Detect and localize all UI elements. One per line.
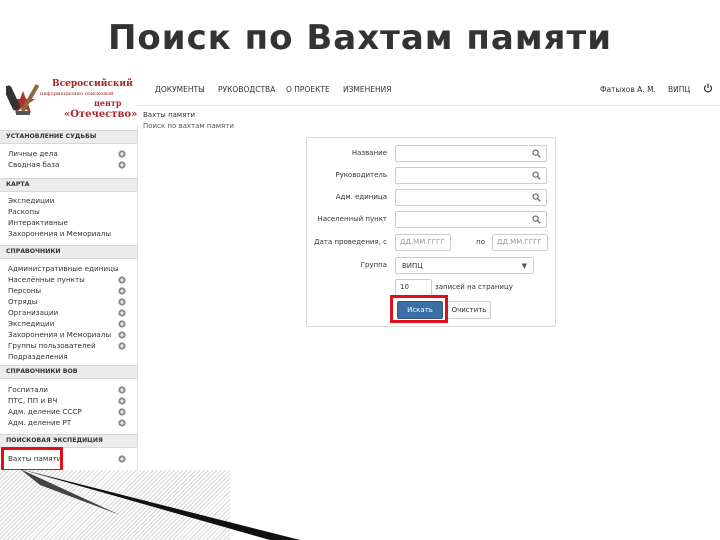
nav-manuals[interactable]: РУКОВОДСТВА [218,85,275,94]
chevron-down-icon: ▼ [521,262,527,270]
nav-changes[interactable]: ИЗМЕНЕНИЯ [343,85,391,94]
field-label-admin-unit: Адм. единица [335,193,387,201]
sidebar-item-hospitals[interactable]: Госпитали [8,385,48,394]
sidebar-item-personal-files[interactable]: Личные дела [8,149,58,158]
sidebar-item-rt-division[interactable]: Адм. деление РТ [8,418,71,427]
sidebar-item-divisions[interactable]: Подразделения [8,352,68,361]
nav-documents[interactable]: ДОКУМЕНТЫ [155,85,205,94]
settlement-input[interactable] [395,211,547,228]
plus-circle-icon[interactable] [118,309,126,317]
sidebar-item-burials-map[interactable]: Захоронения и Мемориалы [8,229,111,238]
page-title: Вахты памяти [143,111,196,119]
sidebar-section-map: КАРТА [0,178,137,192]
per-page-label: записей на страницу [435,283,513,291]
sidebar-item-organizations[interactable]: Организации [8,308,58,317]
emblem-icon [6,84,40,115]
sidebar: УСТАНОВЛЕНИЕ СУДЬБЫ Личные дела Сводная … [0,125,138,470]
group-select[interactable]: ВИПЦ ▼ [395,257,534,274]
logo-text-4: «Отечество» [64,109,138,120]
sidebar-item-admin-units[interactable]: Административные единицы [8,264,119,273]
sidebar-section-directories: СПРАВОЧНИКИ [0,245,137,259]
sidebar-section-wwii: СПРАВОЧНИКИ ВОВ [0,365,137,379]
field-label-name: Название [351,149,387,157]
plus-circle-icon[interactable] [118,287,126,295]
clear-button[interactable]: Очистить [447,301,491,319]
user-name[interactable]: Фатыхов А. М. [600,85,656,94]
sidebar-item-expeditions-map[interactable]: Экспедиции [8,196,54,205]
decorative-sweep [20,469,300,540]
top-nav: ДОКУМЕНТЫ РУКОВОДСТВА О ПРОЕКТЕ ИЗМЕНЕНИ… [137,75,720,106]
sidebar-item-squads[interactable]: Отряды [8,297,37,306]
search-icon[interactable] [532,215,541,224]
plus-circle-icon[interactable] [118,161,126,169]
search-icon[interactable] [532,193,541,202]
plus-circle-icon[interactable] [118,419,126,427]
sidebar-item-expeditions[interactable]: Экспедиции [8,319,54,328]
sidebar-item-persons[interactable]: Персоны [8,286,41,295]
date-to-input[interactable]: ДД.ММ.ГГГГ [492,234,548,251]
logo-text-2: информационно-поисковый [40,91,114,97]
per-page-input[interactable]: 10 [395,279,432,296]
plus-circle-icon[interactable] [118,150,126,158]
sidebar-item-interactive[interactable]: Интерактивные [8,218,68,227]
search-icon[interactable] [532,149,541,158]
sidebar-item-burials[interactable]: Захоронения и Мемориалы [8,330,111,339]
sidebar-item-settlements[interactable]: Населённые пункты [8,275,85,284]
field-label-settlement: Населенный пункт [317,215,387,223]
logo-text-3: центр [94,98,122,108]
field-label-leader: Руководитель [335,171,387,179]
logo-text-1: Всероссийский [52,79,133,89]
plus-circle-icon[interactable] [118,386,126,394]
slide-title: Поиск по Вахтам памяти [107,18,613,58]
app-screenshot: Всероссийский информационно-поисковый це… [0,75,720,470]
power-icon[interactable] [703,83,713,93]
plus-circle-icon[interactable] [118,331,126,339]
name-input[interactable] [395,145,547,162]
sidebar-item-summary-base[interactable]: Сводная база [8,160,59,169]
search-icon[interactable] [532,171,541,180]
highlight-search-button [390,295,448,323]
plus-circle-icon[interactable] [118,408,126,416]
org-name[interactable]: ВИПЦ [668,85,690,94]
search-form-panel: Название Руководитель Адм. единица Насел… [306,137,556,327]
logo[interactable]: Всероссийский информационно-поисковый це… [0,75,137,125]
field-label-date-to: по [476,238,485,246]
plus-circle-icon[interactable] [118,298,126,306]
sidebar-item-pts[interactable]: ПТС, ПП и ВЧ [8,396,57,405]
field-label-date: Дата проведения, с [314,238,387,246]
field-label-group: Группа [360,261,387,269]
sidebar-item-user-groups[interactable]: Группы пользователей [8,341,96,350]
plus-circle-icon[interactable] [118,342,126,350]
plus-circle-icon[interactable] [118,397,126,405]
sidebar-item-ussr-division[interactable]: Адм. деление СССР [8,407,82,416]
breadcrumb[interactable]: Поиск по вахтам памяти [143,122,234,130]
nav-about[interactable]: О ПРОЕКТЕ [286,85,330,94]
leader-input[interactable] [395,167,547,184]
plus-circle-icon[interactable] [118,320,126,328]
sidebar-item-excavations[interactable]: Раскопы [8,207,40,216]
plus-circle-icon[interactable] [118,276,126,284]
admin-unit-input[interactable] [395,189,547,206]
group-select-value: ВИПЦ [402,262,423,270]
sidebar-section-search-expedition: ПОИСКОВАЯ ЭКСПЕДИЦИЯ [0,434,137,448]
sidebar-section-fate: УСТАНОВЛЕНИЕ СУДЬБЫ [0,130,137,144]
